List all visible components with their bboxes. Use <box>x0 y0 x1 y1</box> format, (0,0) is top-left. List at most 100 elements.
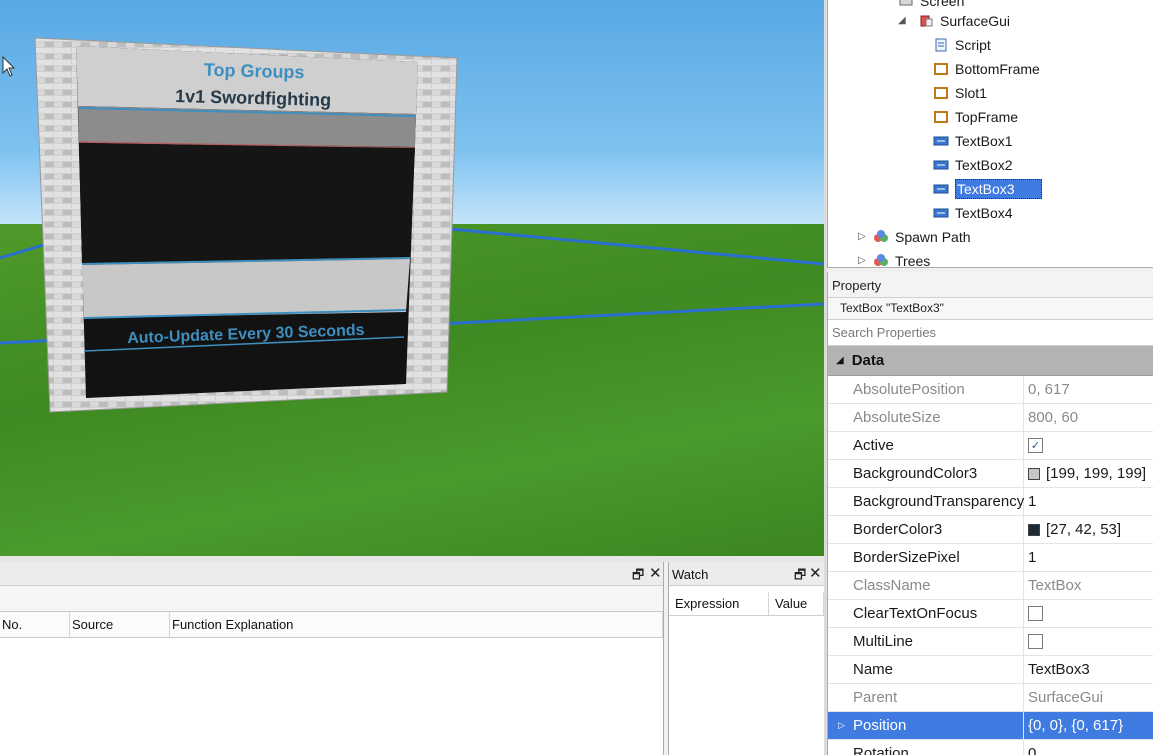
property-value[interactable]: 1 <box>1024 544 1153 571</box>
tree-item-script[interactable]: Script <box>933 34 991 56</box>
property-row-classname[interactable]: ClassName TextBox <box>828 572 1153 600</box>
expand-arrow-icon[interactable]: ▷ <box>838 720 845 731</box>
output-toolbar <box>0 586 663 612</box>
color-swatch[interactable] <box>1028 523 1040 536</box>
tree-item-topframe[interactable]: TopFrame <box>933 106 1018 128</box>
close-icon[interactable]: ✕ <box>809 564 822 582</box>
tree-item-textbox4[interactable]: TextBox4 <box>933 202 1013 224</box>
explorer-panel: Screen ◢ SurfaceGui Script BottomFrame S… <box>827 0 1153 268</box>
tree-item-textbox3[interactable]: TextBox3 <box>933 178 1042 200</box>
model-icon <box>873 229 889 245</box>
tree-item-textbox2[interactable]: TextBox2 <box>933 154 1013 176</box>
slot-area <box>79 143 415 264</box>
property-value: SurfaceGui <box>1028 689 1104 706</box>
billboard-subtitle: 1v1 Swordfighting <box>175 86 331 110</box>
property-value[interactable] <box>1024 628 1153 655</box>
textbox-icon <box>933 205 949 221</box>
float-window-icon[interactable]: 🗗 <box>794 566 806 588</box>
frame-icon <box>933 61 949 77</box>
watch-panel: Watch 🗗 ✕ Expression Value <box>668 562 824 755</box>
frame-icon <box>933 109 949 125</box>
column-function-explanation[interactable]: Function Explanation <box>170 612 663 637</box>
property-name: MultiLine <box>828 628 1024 655</box>
billboard-title: Top Groups <box>204 60 305 83</box>
watch-titlebar: Watch 🗗 ✕ <box>669 562 824 586</box>
property-name: Active <box>828 432 1024 459</box>
tree-item-slot1[interactable]: Slot1 <box>933 82 987 104</box>
property-row-rotation[interactable]: Rotation 0 <box>828 740 1153 755</box>
frame-icon <box>933 85 949 101</box>
tree-item-trees[interactable]: Trees <box>873 250 930 267</box>
property-rows: AbsolutePosition 0, 617 AbsoluteSize 800, 6… <box>828 376 1153 755</box>
model-icon <box>873 253 889 267</box>
script-icon <box>933 37 949 53</box>
property-name: BackgroundTransparency <box>828 488 1024 515</box>
property-value[interactable]: {0, 0}, {0, 617} <box>1024 712 1153 739</box>
watch-column-headers: Expression Value <box>669 592 824 616</box>
property-value: 800, 60 <box>1028 409 1079 426</box>
surfacegui-icon <box>918 13 934 29</box>
textbox-icon <box>933 181 949 197</box>
property-name: Parent <box>828 684 1024 711</box>
property-row-bordersizepixel[interactable]: BorderSizePixel 1 <box>828 544 1153 572</box>
property-value[interactable]: 1 <box>1024 488 1153 515</box>
property-name: BorderSizePixel <box>828 544 1024 571</box>
property-name: Rotation <box>828 740 1024 755</box>
output-panel: 🗗 ✕ No. Source Function Explanation <box>0 562 664 755</box>
properties-panel: Property TextBox "TextBox3" Search Prope… <box>827 272 1153 755</box>
output-titlebar: 🗗 ✕ <box>0 562 663 586</box>
property-value[interactable]: ✓ <box>1024 432 1153 459</box>
property-row-parent[interactable]: Parent SurfaceGui <box>828 684 1153 712</box>
color-swatch[interactable] <box>1028 467 1040 480</box>
property-value[interactable]: [199, 199, 199] <box>1024 460 1153 487</box>
property-name: AbsoluteSize <box>828 404 1024 431</box>
property-row-backgroundtransparency[interactable]: BackgroundTransparency 1 <box>828 488 1153 516</box>
property-value[interactable]: [27, 42, 53] <box>1024 516 1153 543</box>
selected-object-label: TextBox "TextBox3" <box>828 298 1153 320</box>
property-name: ClassName <box>828 572 1024 599</box>
property-row-multiline[interactable]: MultiLine <box>828 628 1153 656</box>
property-name: BackgroundColor3 <box>828 460 1024 487</box>
column-source[interactable]: Source <box>70 612 170 637</box>
property-row-bordercolor3[interactable]: BorderColor3 [27, 42, 53] <box>828 516 1153 544</box>
watch-title: Watch <box>672 567 709 582</box>
tree-item-spawn-path[interactable]: Spawn Path <box>873 226 971 248</box>
tree-item-surfacegui[interactable]: SurfaceGui <box>918 10 1010 32</box>
collapse-arrow-icon[interactable]: ▷ <box>858 231 866 242</box>
property-value[interactable] <box>1024 600 1153 627</box>
properties-header: Property <box>828 272 1153 298</box>
checkbox[interactable] <box>1028 606 1043 621</box>
search-properties-input[interactable]: Search Properties <box>828 320 1153 346</box>
3d-viewport[interactable]: Top Groups 1v1 Swordfighting Auto-Update… <box>0 0 824 556</box>
close-icon[interactable]: ✕ <box>649 564 662 582</box>
mouse-cursor-icon <box>2 56 16 77</box>
collapse-arrow-icon[interactable]: ▷ <box>858 255 866 266</box>
checkbox[interactable]: ✓ <box>1028 438 1043 453</box>
column-no[interactable]: No. <box>0 612 70 637</box>
property-row-cleartextonfocus[interactable]: ClearTextOnFocus <box>828 600 1153 628</box>
property-value[interactable]: 0 <box>1024 740 1153 755</box>
tree-item-bottomframe[interactable]: BottomFrame <box>933 58 1040 80</box>
checkbox[interactable] <box>1028 634 1043 649</box>
property-row-position[interactable]: ▷ Position {0, 0}, {0, 617} <box>828 712 1153 740</box>
textbox-icon <box>933 133 949 149</box>
tree-item-textbox1[interactable]: TextBox1 <box>933 130 1013 152</box>
collapse-triangle-icon: ◢ <box>836 355 844 366</box>
property-row-absoluteposition[interactable]: AbsolutePosition 0, 617 <box>828 376 1153 404</box>
property-row-backgroundcolor3[interactable]: BackgroundColor3 [199, 199, 199] <box>828 460 1153 488</box>
property-row-name[interactable]: Name TextBox3 <box>828 656 1153 684</box>
property-name: ClearTextOnFocus <box>828 600 1024 627</box>
leaderboard-billboard[interactable]: Top Groups 1v1 Swordfighting Auto-Update… <box>0 0 824 556</box>
property-row-active[interactable]: Active ✓ <box>828 432 1153 460</box>
property-value[interactable]: TextBox3 <box>1024 656 1153 683</box>
data-section-header[interactable]: ◢ Data <box>828 346 1153 376</box>
expand-arrow-icon[interactable]: ◢ <box>898 15 906 26</box>
column-value[interactable]: Value <box>769 592 824 615</box>
property-name: Name <box>828 656 1024 683</box>
column-expression[interactable]: Expression <box>669 592 769 615</box>
output-column-headers: No. Source Function Explanation <box>0 612 663 638</box>
float-window-icon[interactable]: 🗗 <box>632 566 644 588</box>
property-name: AbsolutePosition <box>828 376 1024 403</box>
property-row-absolutesize[interactable]: AbsoluteSize 800, 60 <box>828 404 1153 432</box>
lower-panel <box>82 259 410 318</box>
